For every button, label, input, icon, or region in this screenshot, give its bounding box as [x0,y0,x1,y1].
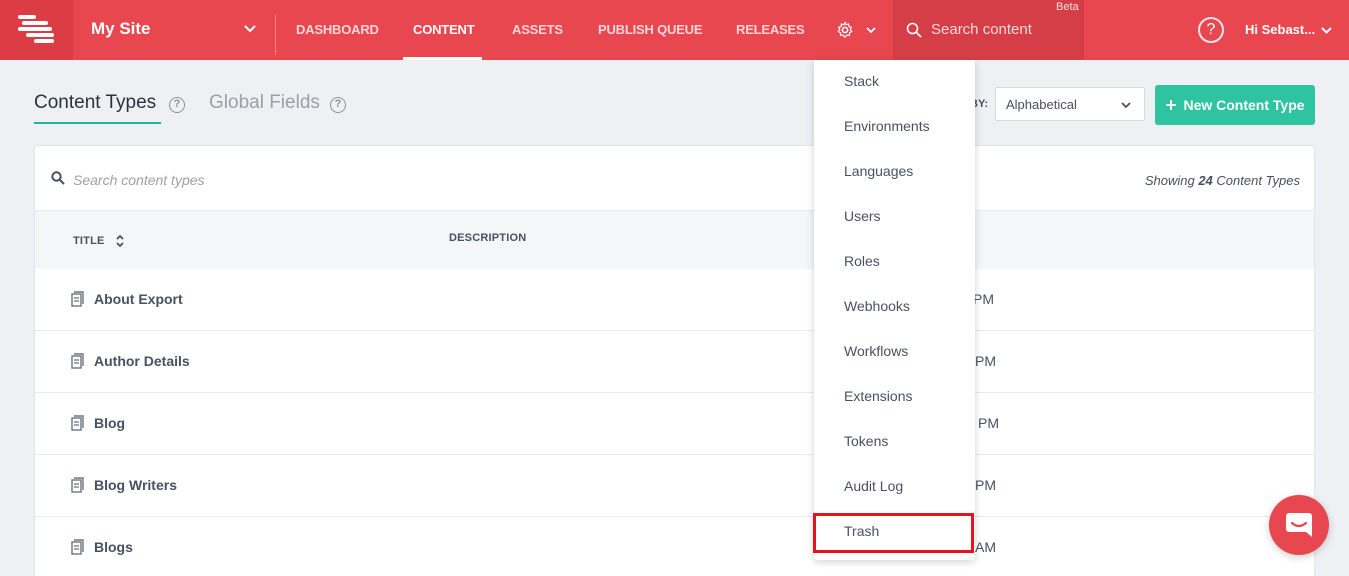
menu-item-audit-log[interactable]: Audit Log [844,478,903,494]
row-modified: PM [973,291,994,307]
help-icon[interactable]: ? [1198,17,1224,43]
nav-dashboard[interactable]: DASHBOARD [296,22,379,37]
column-title[interactable]: TITLE [73,235,105,247]
global-fields-help-icon[interactable]: ? [330,97,346,113]
row-title[interactable]: Author Details [94,353,190,369]
stack-logo-icon [17,15,54,43]
tab-content-types[interactable]: Content Types [34,92,156,114]
settings-dropdown-menu: Stack Environments Languages Users Roles… [814,60,975,560]
table-row[interactable]: Author Details PM [35,331,1314,393]
row-title[interactable]: Blogs [94,539,133,555]
chat-icon [1286,513,1312,537]
row-modified: PM [975,477,996,493]
tab-global-fields[interactable]: Global Fields [209,92,320,114]
menu-item-stack[interactable]: Stack [844,73,879,89]
menu-item-webhooks[interactable]: Webhooks [844,298,910,314]
table-row[interactable]: About Export PM [35,269,1314,331]
menu-item-users[interactable]: Users [844,208,881,224]
showing-suffix: Content Types [1216,173,1300,188]
document-icon [71,477,84,493]
sort-icon[interactable] [115,234,125,248]
nav-divider [275,15,276,55]
new-content-type-label: New Content Type [1183,97,1305,113]
nav-content[interactable]: CONTENT [413,22,475,37]
row-title[interactable]: Blog [94,415,125,431]
user-chevron-icon[interactable] [1320,24,1333,37]
global-search-placeholder[interactable]: Search content [931,21,1032,38]
nav-assets[interactable]: ASSETS [512,22,563,37]
content-types-panel: Search content types Showing 24 Content … [34,145,1315,576]
table-header [35,210,1314,269]
active-tab-indicator [34,122,161,124]
menu-item-environments[interactable]: Environments [844,118,930,134]
document-icon [71,353,84,369]
menu-item-languages[interactable]: Languages [844,163,913,179]
row-title[interactable]: Blog Writers [94,477,177,493]
menu-item-roles[interactable]: Roles [844,253,880,269]
row-modified: PM [978,415,999,431]
plus-icon [1166,100,1177,110]
menu-item-workflows[interactable]: Workflows [844,343,908,359]
chat-launcher-button[interactable] [1269,495,1329,555]
settings-chevron-icon[interactable] [865,24,877,36]
menu-item-tokens[interactable]: Tokens [844,433,888,449]
row-modified: AM [975,539,996,555]
column-description[interactable]: DESCRIPTION [449,232,526,244]
sort-select[interactable]: Alphabetical [995,87,1145,121]
site-name[interactable]: My Site [91,19,151,39]
nav-releases[interactable]: RELEASES [736,22,805,37]
chevron-down-icon [1121,102,1131,109]
table-row[interactable]: Blog Writers PM [35,455,1314,517]
showing-count: Showing 24 Content Types [1145,173,1300,188]
document-icon [71,539,84,555]
content-type-search-input[interactable]: Search content types [73,172,205,188]
search-icon [906,22,922,38]
showing-prefix: Showing [1144,173,1195,188]
app-logo[interactable] [0,0,73,60]
search-icon [51,171,65,185]
row-title[interactable]: About Export [94,291,183,307]
showing-number: 24 [1198,173,1213,188]
sort-select-value: Alphabetical [1006,97,1077,112]
gear-icon[interactable] [836,21,854,39]
new-content-type-button[interactable]: New Content Type [1155,85,1315,125]
table-row[interactable]: Blog PM [35,393,1314,455]
table-row[interactable]: Blogs AM [35,517,1314,576]
document-icon [71,291,84,307]
nav-publish-queue[interactable]: PUBLISH QUEUE [598,22,703,37]
beta-badge: Beta [1056,1,1079,13]
user-menu[interactable]: Hi Sebast... [1245,22,1315,37]
content-types-help-icon[interactable]: ? [169,97,185,113]
document-icon [71,415,84,431]
row-modified: PM [975,353,996,369]
active-nav-indicator [403,57,482,60]
chevron-down-icon[interactable] [243,22,257,36]
menu-item-extensions[interactable]: Extensions [844,388,912,404]
trash-highlight-box [813,513,974,553]
